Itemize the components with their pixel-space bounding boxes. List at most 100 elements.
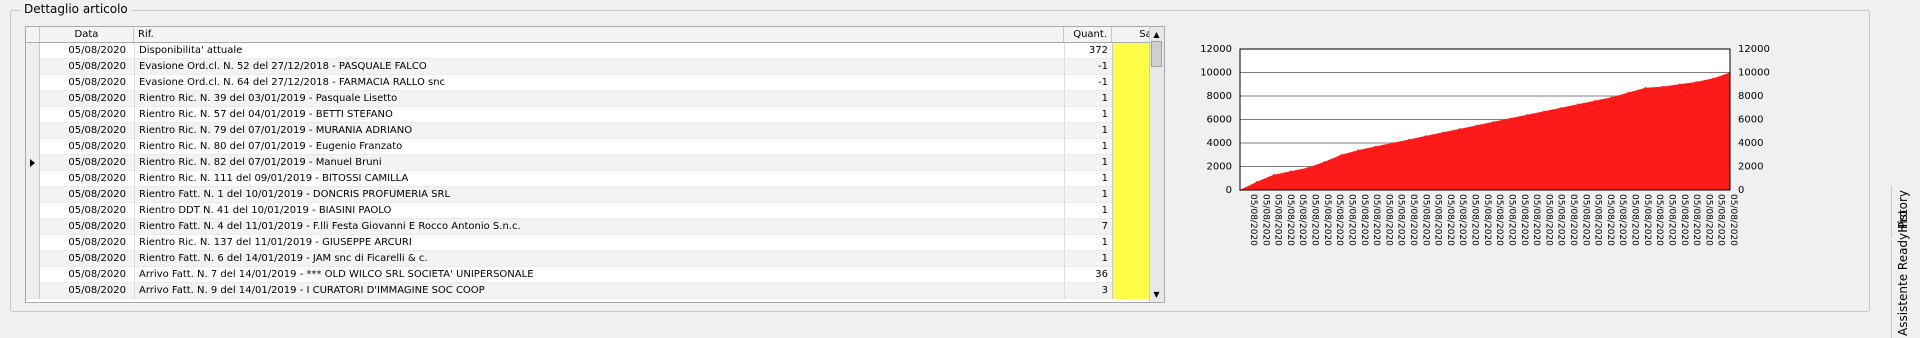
cell-quant[interactable]: 1 bbox=[1064, 171, 1112, 187]
cell-data[interactable]: 05/08/2020 bbox=[40, 43, 134, 59]
cell-rif[interactable]: Rientro Fatt. N. 4 del 11/01/2019 - F.ll… bbox=[134, 219, 1064, 235]
table-row[interactable]: 05/08/2020 Rientro Ric. N. 57 del 04/01/2… bbox=[26, 107, 1164, 123]
x-tick-label: 05/08/2020 bbox=[1297, 194, 1307, 246]
cell-rif[interactable]: Rientro Ric. N. 82 del 07/01/2019 - Manu… bbox=[134, 155, 1064, 171]
row-selector[interactable] bbox=[26, 203, 40, 219]
cell-data[interactable]: 05/08/2020 bbox=[40, 107, 134, 123]
table-row[interactable]: 05/08/2020 Evasione Ord.cl. N. 52 del 27/… bbox=[26, 59, 1164, 75]
cell-data[interactable]: 05/08/2020 bbox=[40, 235, 134, 251]
cell-quant[interactable]: 372 bbox=[1064, 43, 1112, 59]
cell-rif[interactable]: Rientro Ric. N. 79 del 07/01/2019 - MURA… bbox=[134, 123, 1064, 139]
series-point bbox=[1272, 173, 1275, 176]
cell-data[interactable]: 05/08/2020 bbox=[40, 267, 134, 283]
cell-data[interactable]: 05/08/2020 bbox=[40, 155, 134, 171]
row-selector[interactable] bbox=[26, 235, 40, 251]
cell-quant[interactable]: 1 bbox=[1064, 203, 1112, 219]
table-row[interactable]: 05/08/2020 Rientro Fatt. N. 4 del 11/01/2… bbox=[26, 219, 1164, 235]
table-row[interactable]: 05/08/2020 Arrivo Fatt. N. 7 del 14/01/20… bbox=[26, 267, 1164, 283]
table-row[interactable]: 05/08/2020 Rientro Ric. N. 80 del 07/01/2… bbox=[26, 139, 1164, 155]
cell-quant[interactable]: 1 bbox=[1064, 123, 1112, 139]
scroll-down-icon[interactable]: ▼ bbox=[1151, 289, 1162, 300]
table-row[interactable]: 05/08/2020 Rientro Ric. N. 111 del 09/01/… bbox=[26, 171, 1164, 187]
cell-quant[interactable]: 1 bbox=[1064, 235, 1112, 251]
header-selector bbox=[26, 27, 40, 42]
cell-data[interactable]: 05/08/2020 bbox=[40, 75, 134, 91]
cell-data[interactable]: 05/08/2020 bbox=[40, 283, 134, 299]
table-row[interactable]: 05/08/2020Disponibilita' attuale372372 bbox=[26, 43, 1164, 59]
cell-data[interactable]: 05/08/2020 bbox=[40, 59, 134, 75]
cell-rif[interactable]: Evasione Ord.cl. N. 52 del 27/12/2018 - … bbox=[134, 59, 1064, 75]
cell-rif[interactable]: Rientro Ric. N. 111 del 09/01/2019 - BIT… bbox=[134, 171, 1064, 187]
row-selector[interactable] bbox=[26, 187, 40, 203]
series-point bbox=[1627, 91, 1630, 94]
cell-quant[interactable]: 3 bbox=[1064, 283, 1112, 299]
table-row[interactable]: 05/08/2020 Rientro DDT N. 41 del 10/01/20… bbox=[26, 203, 1164, 219]
table-row[interactable]: 05/08/2020 Rientro Fatt. N. 6 del 14/01/2… bbox=[26, 251, 1164, 267]
row-selector[interactable] bbox=[26, 59, 40, 75]
cell-rif[interactable]: Rientro Fatt. N. 6 del 14/01/2019 - JAM … bbox=[134, 251, 1064, 267]
cell-rif[interactable]: Rientro Ric. N. 80 del 07/01/2019 - Euge… bbox=[134, 139, 1064, 155]
scroll-up-icon[interactable]: ▲ bbox=[1151, 29, 1162, 40]
series-point bbox=[1678, 83, 1681, 86]
table-row[interactable]: 05/08/2020 Rientro Ric. N. 39 del 03/01/2… bbox=[26, 91, 1164, 107]
cell-quant[interactable]: 1 bbox=[1064, 187, 1112, 203]
cell-quant[interactable]: 1 bbox=[1064, 251, 1112, 267]
cell-rif[interactable]: Disponibilita' attuale bbox=[134, 43, 1064, 59]
table-row[interactable]: 05/08/2020 Rientro Fatt. N. 1 del 10/01/2… bbox=[26, 187, 1164, 203]
cell-rif[interactable]: Rientro Ric. N. 57 del 04/01/2019 - BETT… bbox=[134, 107, 1064, 123]
header-data[interactable]: Data bbox=[40, 27, 134, 42]
cell-rif[interactable]: Rientro Ric. N. 137 del 11/01/2019 - GIU… bbox=[134, 235, 1064, 251]
cell-quant[interactable]: 36 bbox=[1064, 267, 1112, 283]
row-selector[interactable] bbox=[26, 91, 40, 107]
row-selector[interactable] bbox=[26, 123, 40, 139]
series-point bbox=[1391, 142, 1393, 144]
x-tick-label: 05/08/2020 bbox=[1519, 194, 1529, 246]
table-row[interactable]: 05/08/2020 Evasione Ord.cl. N. 64 del 27/… bbox=[26, 75, 1164, 91]
table-row[interactable]: 05/08/2020 Arrivo Fatt. N. 9 del 14/01/20… bbox=[26, 283, 1164, 299]
row-selector[interactable] bbox=[26, 75, 40, 91]
cell-rif[interactable]: Rientro Ric. N. 39 del 03/01/2019 - Pasq… bbox=[134, 91, 1064, 107]
cell-data[interactable]: 05/08/2020 bbox=[40, 219, 134, 235]
row-selector[interactable] bbox=[26, 155, 40, 171]
header-rif[interactable]: Rif. bbox=[134, 27, 1064, 42]
table-row[interactable]: 05/08/2020 Rientro Ric. N. 79 del 07/01/2… bbox=[26, 123, 1164, 139]
row-selector[interactable] bbox=[26, 107, 40, 123]
cell-rif[interactable]: Rientro DDT N. 41 del 10/01/2019 - BIASI… bbox=[134, 203, 1064, 219]
cell-quant[interactable]: 1 bbox=[1064, 139, 1112, 155]
cell-data[interactable]: 05/08/2020 bbox=[40, 251, 134, 267]
row-selector[interactable] bbox=[26, 219, 40, 235]
tab-assistant[interactable]: Assistente Ready Pro bbox=[1891, 210, 1920, 338]
cell-quant[interactable]: -1 bbox=[1064, 59, 1112, 75]
row-selector[interactable] bbox=[26, 267, 40, 283]
cell-data[interactable]: 05/08/2020 bbox=[40, 171, 134, 187]
x-tick-label: 05/08/2020 bbox=[1260, 194, 1270, 246]
row-selector[interactable] bbox=[26, 251, 40, 267]
detail-grid[interactable]: Data Rif. Quant. Saldo 05/08/2020Disponi… bbox=[25, 26, 1165, 303]
table-row[interactable]: 05/08/2020 Rientro Ric. N. 137 del 11/01/… bbox=[26, 235, 1164, 251]
cell-data[interactable]: 05/08/2020 bbox=[40, 203, 134, 219]
cell-quant[interactable]: -1 bbox=[1064, 75, 1112, 91]
cell-data[interactable]: 05/08/2020 bbox=[40, 187, 134, 203]
cell-quant[interactable]: 1 bbox=[1064, 107, 1112, 123]
cell-rif[interactable]: Arrivo Fatt. N. 7 del 14/01/2019 - *** O… bbox=[134, 267, 1064, 283]
table-row[interactable]: 05/08/2020 Rientro Ric. N. 82 del 07/01/2… bbox=[26, 155, 1164, 171]
row-selector[interactable] bbox=[26, 171, 40, 187]
header-quant[interactable]: Quant. bbox=[1064, 27, 1112, 42]
cell-data[interactable]: 05/08/2020 bbox=[40, 139, 134, 155]
y-tick-label-left: 8000 bbox=[1207, 91, 1232, 102]
cell-quant[interactable]: 7 bbox=[1064, 219, 1112, 235]
grid-vertical-scrollbar[interactable]: ▲ ▼ bbox=[1149, 27, 1164, 302]
cell-data[interactable]: 05/08/2020 bbox=[40, 123, 134, 139]
row-selector[interactable] bbox=[26, 139, 40, 155]
cell-data[interactable]: 05/08/2020 bbox=[40, 91, 134, 107]
scroll-thumb[interactable] bbox=[1151, 41, 1162, 67]
cell-rif[interactable]: Rientro Fatt. N. 1 del 10/01/2019 - DONC… bbox=[134, 187, 1064, 203]
cell-quant[interactable]: 1 bbox=[1064, 91, 1112, 107]
x-tick-label: 05/08/2020 bbox=[1371, 194, 1381, 246]
cell-rif[interactable]: Evasione Ord.cl. N. 64 del 27/12/2018 - … bbox=[134, 75, 1064, 91]
row-selector[interactable] bbox=[26, 43, 40, 59]
cell-rif[interactable]: Arrivo Fatt. N. 9 del 14/01/2019 - I CUR… bbox=[134, 283, 1064, 299]
cell-quant[interactable]: 1 bbox=[1064, 155, 1112, 171]
row-selector[interactable] bbox=[26, 283, 40, 299]
group-title: Dettaglio articolo bbox=[20, 2, 132, 16]
